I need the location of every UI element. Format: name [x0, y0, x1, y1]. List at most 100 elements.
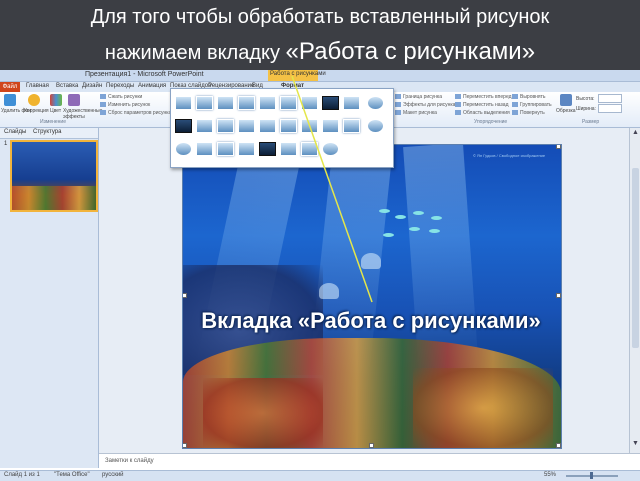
coral-cluster	[203, 378, 323, 448]
change-picture-button[interactable]: Изменить рисунок	[100, 102, 150, 108]
picture-layout-button[interactable]: Макет рисунка	[395, 110, 437, 116]
status-bar: Слайд 1 из 1 "Тема Office" русский 55%	[0, 470, 640, 481]
fish-shape	[413, 211, 424, 215]
group-label-adjust: Изменение	[40, 119, 66, 125]
style-thumb[interactable]	[217, 96, 234, 110]
rotate-button[interactable]: Повернуть	[512, 110, 545, 116]
notes-placeholder[interactable]: Заметки к слайду	[105, 458, 154, 464]
crop-label[interactable]: Обрезка	[556, 108, 576, 114]
scroll-up-icon[interactable]: ▲	[632, 129, 639, 136]
style-thumb[interactable]	[238, 96, 255, 110]
picture-styles-gallery	[170, 88, 394, 168]
style-thumb[interactable]	[217, 119, 234, 133]
status-slide-info: Слайд 1 из 1	[4, 472, 40, 478]
send-backward-button[interactable]: Переместить назад	[455, 102, 509, 108]
style-thumb[interactable]	[238, 119, 255, 133]
group-button[interactable]: Группировать	[512, 102, 552, 108]
style-thumb[interactable]	[175, 119, 192, 133]
corrections-label[interactable]: Коррекция	[24, 108, 49, 114]
vertical-scrollbar[interactable]: ▲ ▼	[629, 128, 640, 453]
style-thumb[interactable]	[322, 96, 339, 110]
color-label[interactable]: Цвет	[50, 108, 61, 114]
style-thumb[interactable]	[367, 96, 384, 110]
selection-handle[interactable]	[183, 443, 187, 448]
bring-forward-button[interactable]: Переместить вперед	[455, 94, 512, 100]
style-thumb[interactable]	[322, 119, 339, 133]
fish-shape	[429, 229, 440, 233]
selection-handle[interactable]	[556, 443, 561, 448]
style-thumb[interactable]	[301, 142, 318, 156]
style-thumb[interactable]	[322, 142, 339, 156]
tab-home[interactable]: Главная	[26, 83, 49, 89]
style-thumb[interactable]	[175, 96, 192, 110]
style-thumb[interactable]	[175, 142, 192, 156]
picture-border-button[interactable]: Граница рисунка	[395, 94, 442, 100]
color-icon[interactable]	[50, 94, 62, 106]
corrections-icon[interactable]	[28, 94, 40, 106]
tab-design[interactable]: Дизайн	[82, 83, 102, 89]
jellyfish-shape	[361, 253, 381, 269]
height-input[interactable]	[598, 94, 622, 103]
zoom-slider-knob[interactable]	[590, 472, 593, 479]
tab-outline[interactable]: Структура	[33, 129, 61, 135]
scroll-thumb[interactable]	[632, 168, 639, 348]
callout-caption: Вкладка «Работа с рисунками»	[201, 308, 541, 333]
compress-pictures-button[interactable]: Сжать рисунки	[100, 94, 142, 100]
style-thumb[interactable]	[238, 142, 255, 156]
style-thumb[interactable]	[301, 119, 318, 133]
fish-shape	[383, 233, 394, 237]
picture-watermark: © Ян Гудков / Свободное изображение	[473, 153, 546, 158]
selection-handle[interactable]	[556, 293, 561, 298]
selection-handle[interactable]	[369, 443, 374, 448]
contextual-tab-group-label: Работа с рисунками	[270, 71, 326, 77]
tab-slides[interactable]: Слайды	[4, 129, 26, 135]
slide-thumbnail[interactable]	[10, 140, 98, 212]
style-thumb[interactable]	[280, 119, 297, 133]
heading-line-2-emphasis: «Работа с рисунками»	[285, 38, 536, 65]
width-input[interactable]	[598, 104, 622, 113]
style-thumb[interactable]	[196, 119, 213, 133]
fish-shape	[409, 227, 420, 231]
tab-transitions[interactable]: Переходы	[106, 83, 134, 89]
style-thumb[interactable]	[367, 119, 384, 133]
artistic-effects-icon[interactable]	[68, 94, 80, 106]
crop-icon[interactable]	[560, 94, 572, 106]
fish-shape	[431, 216, 442, 220]
style-thumb[interactable]	[196, 96, 213, 110]
reset-picture-button[interactable]: Сброс параметров рисунка	[100, 110, 171, 116]
heading-line-1: Для того чтобы обработать вставленный ри…	[90, 6, 550, 28]
group-label-size: Размер	[582, 119, 600, 125]
tab-insert[interactable]: Вставка	[56, 83, 78, 89]
scroll-down-icon[interactable]: ▼	[632, 440, 639, 447]
notes-pane[interactable]: Заметки к слайду	[99, 453, 640, 471]
tab-file[interactable]: Файл	[0, 82, 20, 92]
selection-handle[interactable]	[183, 293, 187, 298]
title-bar: Работа с рисунками Презентация1 - Micros…	[0, 70, 640, 82]
style-thumb[interactable]	[301, 96, 318, 110]
tab-animation[interactable]: Анимация	[138, 83, 166, 89]
style-thumb[interactable]	[343, 119, 360, 133]
style-thumb[interactable]	[280, 96, 297, 110]
style-thumb[interactable]	[196, 142, 213, 156]
selection-handle[interactable]	[556, 145, 561, 149]
remove-background-icon[interactable]	[4, 94, 16, 106]
style-thumb[interactable]	[259, 119, 276, 133]
thumbnail-reef	[12, 186, 96, 210]
style-thumb[interactable]	[259, 96, 276, 110]
coral-cluster	[413, 368, 553, 448]
selection-pane-button[interactable]: Область выделения	[455, 110, 510, 116]
artistic-effects-label[interactable]: Художественные эффекты	[63, 108, 103, 120]
style-thumb[interactable]	[259, 142, 276, 156]
picture-effects-button[interactable]: Эффекты для рисунка	[395, 102, 455, 108]
style-thumb[interactable]	[280, 142, 297, 156]
status-theme: "Тема Office"	[54, 472, 90, 478]
window-title: Презентация1 - Microsoft PowerPoint	[85, 71, 204, 78]
align-button[interactable]: Выровнять	[512, 94, 546, 100]
zoom-level: 55%	[544, 472, 557, 478]
style-thumb[interactable]	[217, 142, 234, 156]
heading-line-2-prefix: нажимаем вкладку	[104, 42, 286, 64]
heading-line-2: нажимаем вкладку «Работа с рисунками»	[0, 38, 640, 66]
slide-heading: Для того чтобы обработать вставленный ри…	[0, 0, 640, 70]
style-thumb[interactable]	[343, 96, 360, 110]
inserted-picture[interactable]: © Ян Гудков / Свободное изображение	[182, 144, 562, 449]
